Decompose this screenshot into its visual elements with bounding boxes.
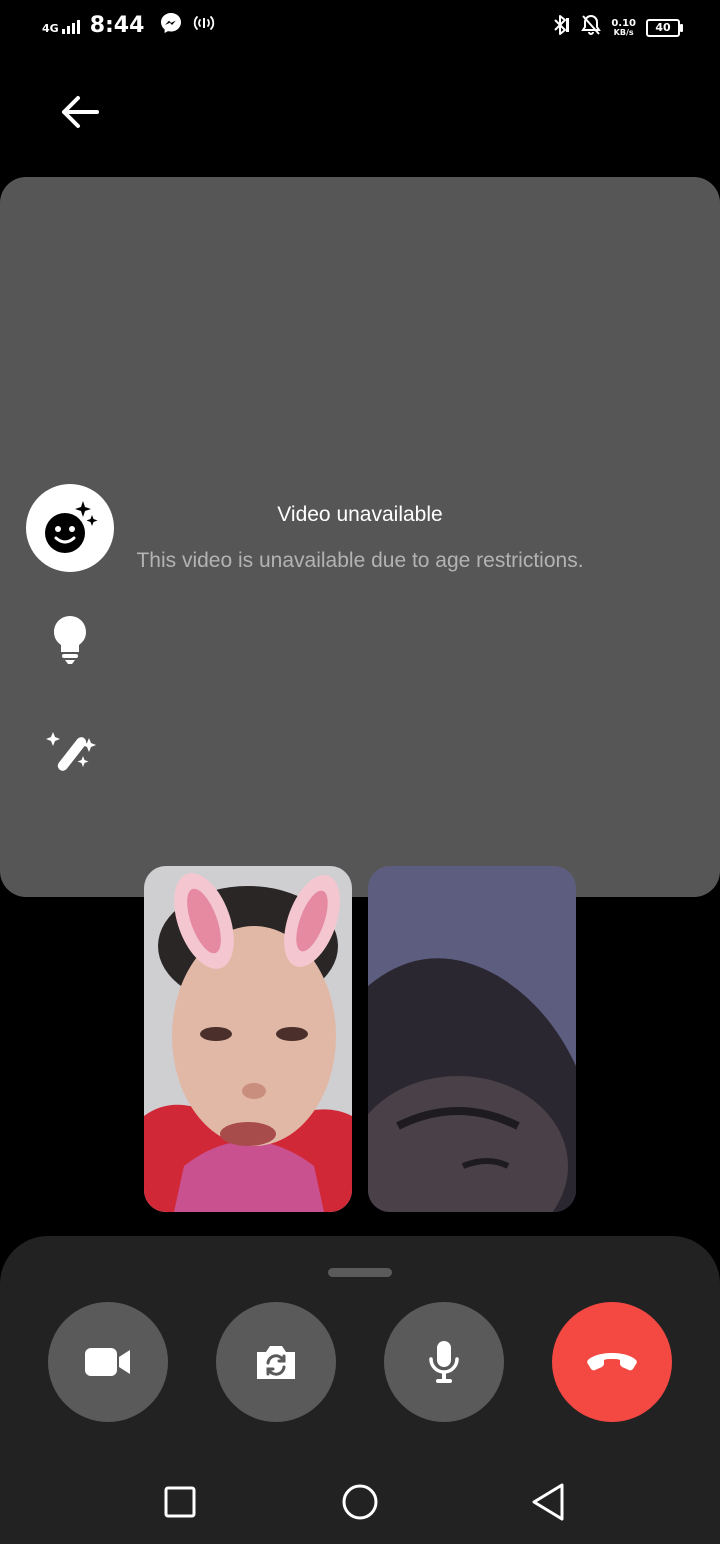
signal-icon [61, 18, 80, 34]
network-type: 4G [42, 21, 59, 35]
recents-nav-button[interactable] [150, 1474, 210, 1530]
magic-wand-icon [46, 732, 96, 771]
bell-off-icon [581, 14, 602, 41]
battery-icon: 40 [646, 18, 683, 37]
flip-camera-button[interactable] [216, 1302, 336, 1422]
back-button[interactable] [56, 88, 104, 136]
end-call-button[interactable] [552, 1302, 672, 1422]
triangle-back-icon [532, 1483, 564, 1521]
home-nav-button[interactable] [330, 1474, 390, 1530]
video-unavailable-description: This video is unavailable due to age res… [136, 549, 584, 572]
lighting-button[interactable] [46, 612, 94, 668]
hang-up-icon [587, 1353, 637, 1371]
magic-wand-button[interactable] [44, 726, 100, 778]
toggle-video-button[interactable] [48, 1302, 168, 1422]
flip-camera-icon [257, 1346, 295, 1379]
arrow-left-icon [62, 96, 99, 128]
hotspot-icon [192, 13, 216, 38]
lightbulb-icon [54, 616, 86, 664]
back-nav-button[interactable] [518, 1474, 578, 1530]
effects-button[interactable] [26, 484, 114, 572]
participant-video-tile[interactable] [368, 866, 576, 1212]
messenger-icon [160, 12, 182, 39]
microphone-button[interactable] [384, 1302, 504, 1422]
circle-icon [342, 1484, 378, 1520]
square-icon [164, 1486, 196, 1518]
video-camera-icon [85, 1348, 130, 1376]
status-bar: 4G 8:44 0.10 KB/s 40 [0, 0, 720, 56]
smiley-sparkle-icon [45, 501, 98, 553]
network-speed: 0.10 KB/s [611, 17, 636, 37]
bluetooth-icon [551, 14, 571, 41]
microphone-icon [429, 1341, 459, 1383]
self-video-tile[interactable] [144, 866, 352, 1212]
clock: 8:44 [89, 13, 145, 38]
sheet-handle[interactable] [328, 1268, 392, 1277]
